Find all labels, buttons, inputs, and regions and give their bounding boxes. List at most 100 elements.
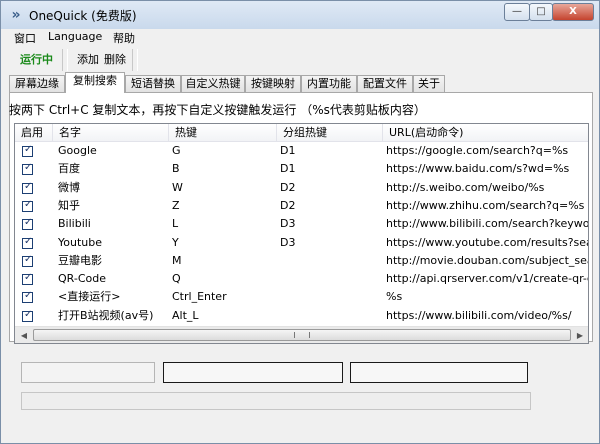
url-cell: https://www.baidu.com/s?wd=%s (386, 162, 570, 176)
tab-screen-edge[interactable]: 屏幕边缘 (9, 75, 65, 92)
column-header-name[interactable]: 名字 (53, 124, 169, 141)
app-window: » OneQuick (免费版) — □ X 窗口 Language 帮助 运行… (0, 0, 600, 444)
horizontal-scrollbar[interactable]: ◀ ▶ (15, 326, 588, 343)
enabled-checkbox[interactable]: ✓ (22, 272, 33, 286)
hotkey-cell: Alt_L (172, 308, 199, 322)
url-cell: https://www.bilibili.com/video/%s/ (386, 308, 572, 322)
close-button[interactable]: X (552, 3, 594, 21)
tab-key-mapping[interactable]: 按键映射 (245, 75, 301, 92)
scroll-right-arrow-icon[interactable]: ▶ (572, 328, 588, 343)
minimize-button[interactable]: — (504, 3, 530, 21)
checkmark-icon: ✓ (24, 198, 33, 210)
maximize-button[interactable]: □ (529, 3, 553, 21)
checkmark-icon: ✓ (24, 272, 33, 284)
table-row[interactable]: ✓ QR-Code Qhttp://api.qrserver.com/v1/crea… (15, 270, 588, 288)
column-header-enabled[interactable]: 启用 (15, 124, 53, 141)
enabled-checkbox[interactable]: ✓ (22, 235, 33, 249)
name-cell: 豆瓣电影 (58, 253, 102, 267)
enabled-checkbox[interactable]: ✓ (22, 290, 33, 304)
table-row[interactable]: ✓ 知乎 Z D2 http://www.zhihu.com/search?q=%s (15, 197, 588, 215)
bottom-field-middle[interactable] (163, 362, 343, 383)
table-row[interactable]: ✓ <直接运行> Ctrl_Enter %s (15, 288, 588, 306)
table-row[interactable]: ✓ 打开B站视频(av号) Alt_L https://www.bilibili.co… (15, 307, 588, 325)
window-title: OneQuick (免费版) (29, 9, 137, 23)
tab-copy-search[interactable]: 复制搜索 (65, 72, 125, 93)
table-row[interactable]: ✓ 百度 B D1 https://www.baidu.com/s?wd=%s (15, 160, 588, 178)
bottom-field-left[interactable] (21, 362, 155, 383)
checkmark-icon: ✓ (24, 253, 33, 265)
url-cell: http://www.bilibili.com/search?keyword=%… (386, 217, 589, 231)
enabled-checkbox[interactable]: ✓ (22, 217, 33, 231)
table-row[interactable]: ✓ Youtube Y D3 https://www.youtube.com/resul… (15, 234, 588, 252)
name-cell: Google (58, 144, 97, 157)
name-cell: QR-Code (58, 272, 106, 286)
group-hotkey-cell: D3 (280, 217, 296, 231)
scroll-left-arrow-icon[interactable]: ◀ (16, 328, 32, 343)
group-hotkey-cell: D1 (280, 144, 296, 157)
tab-about[interactable]: 关于 (413, 75, 445, 92)
url-cell: %s (386, 290, 403, 304)
group-hotkey-cell (280, 288, 382, 306)
enabled-checkbox[interactable]: ✓ (22, 308, 33, 322)
column-header-url[interactable]: URL(启动命令) (383, 124, 588, 141)
table-row[interactable]: ✓ Google G D1 https://google.com/search?q=%s (15, 142, 588, 160)
hotkey-cell: Q (172, 272, 181, 286)
group-hotkey-cell: D1 (280, 162, 296, 176)
name-cell: 微博 (58, 180, 80, 194)
url-cell: http://movie.douban.com/subject_search?s… (386, 253, 588, 267)
menu-language[interactable]: Language (48, 30, 102, 43)
toolbar-separator (62, 49, 68, 71)
name-cell: Youtube (58, 235, 102, 249)
enabled-checkbox[interactable]: ✓ (22, 162, 33, 176)
scroll-thumb[interactable] (33, 329, 571, 341)
tab-custom-hotkey[interactable]: 自定义热键 (181, 75, 245, 92)
url-cell: http://s.weibo.com/weibo/%s (386, 180, 545, 194)
group-hotkey-cell (280, 270, 382, 288)
enabled-checkbox[interactable]: ✓ (22, 198, 33, 212)
enabled-checkbox[interactable]: ✓ (22, 253, 33, 267)
group-hotkey-cell: D2 (280, 180, 296, 194)
delete-button[interactable]: 删除 (104, 51, 126, 67)
table-row[interactable]: ✓ Bilibili L D3 http://www.bilibili.com/sear… (15, 215, 588, 233)
instruction-text: 按两下 Ctrl+C 复制文本，再按下自定义按键触发运行 （%s代表剪贴板内容） (9, 103, 426, 117)
hotkey-cell: M (172, 253, 182, 267)
column-header-group-hotkey[interactable]: 分组热键 (277, 124, 383, 141)
url-cell: http://api.qrserver.com/v1/create-qr-cod… (386, 272, 588, 286)
enabled-checkbox[interactable]: ✓ (22, 180, 33, 194)
add-button[interactable]: 添加 (77, 51, 99, 67)
name-cell: Bilibili (58, 217, 91, 231)
bottom-field-right[interactable] (350, 362, 528, 383)
tab-builtin-functions[interactable]: 内置功能 (301, 75, 357, 92)
table-row[interactable]: ✓ 微博 W D2 http://s.weibo.com/weibo/%s (15, 179, 588, 197)
group-hotkey-cell: D2 (280, 198, 296, 212)
app-logo-icon: » (11, 7, 21, 23)
hotkey-cell: Ctrl_Enter (172, 290, 227, 304)
enabled-checkbox[interactable]: ✓ (22, 144, 33, 157)
menu-help[interactable]: 帮助 (113, 30, 135, 46)
url-cell: https://google.com/search?q=%s (386, 144, 569, 157)
hotkey-cell: W (172, 180, 183, 194)
menu-bar: 窗口 Language 帮助 (2, 29, 599, 45)
tab-phrase-replace[interactable]: 短语替换 (125, 75, 181, 92)
list-header: 启用 名字 热键 分组热键 URL(启动命令) (15, 124, 588, 142)
column-header-hotkey[interactable]: 热键 (169, 124, 277, 141)
checkmark-icon: ✓ (24, 180, 33, 192)
status-bar-field (21, 392, 531, 410)
title-bar[interactable]: » OneQuick (免费版) — □ X (1, 1, 599, 29)
hotkey-cell: G (172, 144, 181, 157)
group-hotkey-cell (280, 252, 382, 270)
tab-config-file[interactable]: 配置文件 (357, 75, 413, 92)
checkmark-icon: ✓ (24, 235, 33, 247)
tab-strip: 屏幕边缘 复制搜索 短语替换 自定义热键 按键映射 内置功能 配置文件 关于 (9, 72, 593, 93)
checkmark-icon: ✓ (24, 308, 33, 320)
table-row[interactable]: ✓ 豆瓣电影 Mhttp://movie.douban.com/subject_se… (15, 252, 588, 270)
search-engine-list[interactable]: 启用 名字 热键 分组热键 URL(启动命令) ✓ Google G D1 https:… (14, 123, 589, 344)
name-cell: 百度 (58, 162, 80, 176)
name-cell: <直接运行> (58, 290, 121, 304)
status-indicator[interactable]: 运行中 (20, 51, 53, 67)
group-hotkey-cell: D3 (280, 235, 296, 249)
url-cell: https://www.youtube.com/results?search_q… (386, 235, 589, 249)
menu-window[interactable]: 窗口 (14, 30, 36, 46)
hotkey-cell: Y (172, 235, 179, 249)
checkmark-icon: ✓ (24, 144, 33, 155)
